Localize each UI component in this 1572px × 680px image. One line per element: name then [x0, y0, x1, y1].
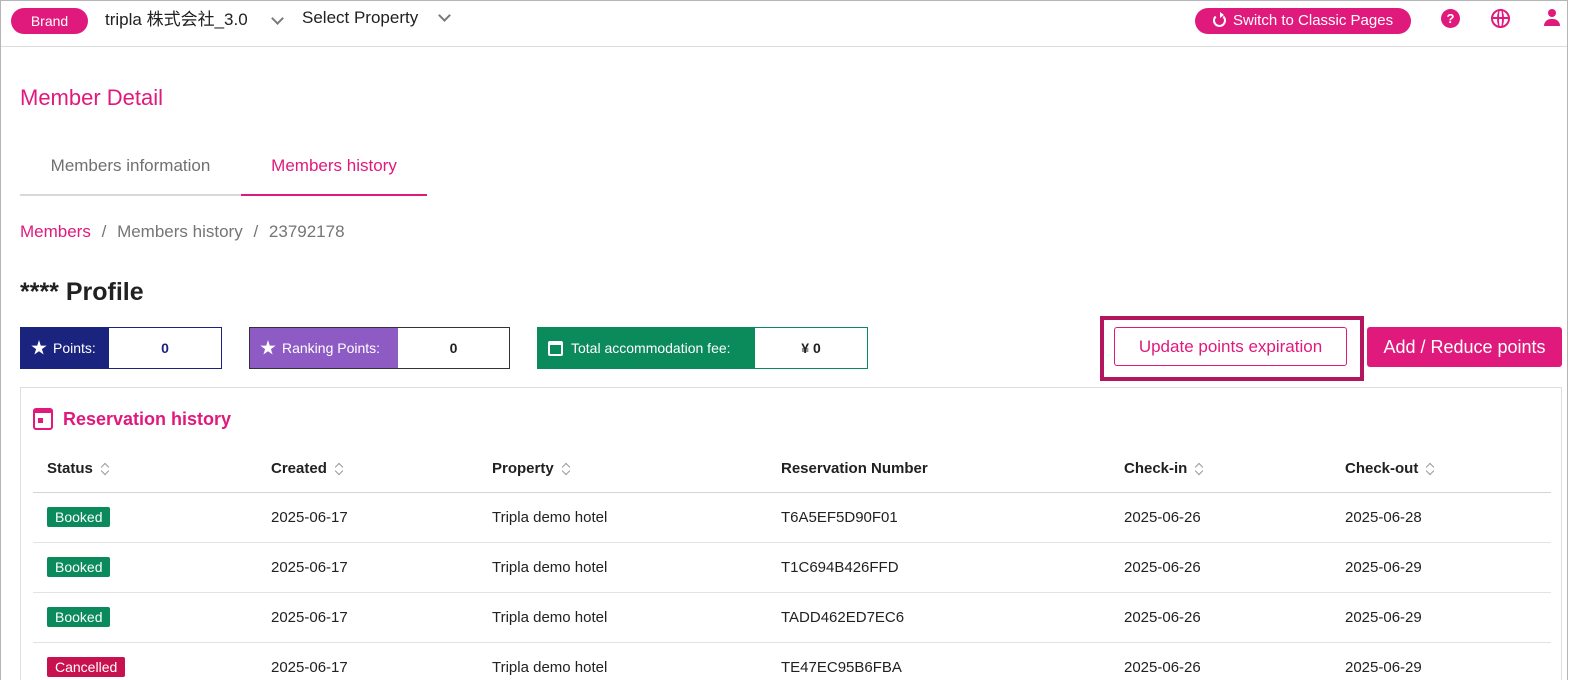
- switch-classic-label: Switch to Classic Pages: [1233, 12, 1394, 29]
- breadcrumb-separator: /: [253, 222, 259, 241]
- column-header-check-in[interactable]: Check-in: [1110, 446, 1331, 493]
- sort-icon[interactable]: [1195, 462, 1203, 476]
- table-header-row: Status Created Property Reservation Numb…: [33, 446, 1551, 493]
- column-header-created[interactable]: Created: [257, 446, 478, 493]
- created-cell: 2025-06-17: [257, 642, 478, 680]
- ranking-points-label: Ranking Points:: [282, 340, 381, 356]
- property-cell: Tripla demo hotel: [478, 492, 767, 543]
- breadcrumb-current: 23792178: [268, 222, 345, 241]
- created-cell: 2025-06-17: [257, 492, 478, 543]
- check-in-cell: 2025-06-26: [1110, 592, 1331, 643]
- check-in-cell: 2025-06-26: [1110, 642, 1331, 680]
- table-row[interactable]: Booked 2025-06-17 Tripla demo hotel T6A5…: [33, 492, 1551, 543]
- table-row[interactable]: Cancelled 2025-06-17 Tripla demo hotel T…: [33, 642, 1551, 680]
- user-icon[interactable]: [1543, 9, 1561, 27]
- reservation-history-title: Reservation history: [63, 408, 232, 429]
- company-selector[interactable]: tripla 株式会社_3.0: [105, 8, 248, 32]
- check-in-cell: 2025-06-26: [1110, 542, 1331, 593]
- accommodation-fee-stat: Total accommodation fee: ¥ 0: [537, 327, 868, 369]
- breadcrumb-separator: /: [101, 222, 107, 241]
- globe-icon[interactable]: [1491, 9, 1510, 28]
- column-label: Status: [47, 460, 93, 478]
- help-icon[interactable]: ?: [1441, 9, 1460, 28]
- column-header-check-out[interactable]: Check-out: [1331, 446, 1551, 493]
- column-header-status[interactable]: Status: [33, 446, 257, 493]
- property-selector[interactable]: Select Property: [302, 6, 418, 30]
- reservation-history-panel: Reservation history Status Created Prope…: [20, 387, 1562, 680]
- calendar-icon: [33, 408, 53, 430]
- reservation-number-cell: TE47EC95B6FBA: [767, 642, 1110, 680]
- check-in-cell: 2025-06-26: [1110, 492, 1331, 543]
- profile-title: **** Profile: [20, 278, 144, 306]
- column-label: Check-out: [1345, 460, 1419, 478]
- points-label: Points:: [53, 340, 96, 356]
- switch-classic-button[interactable]: Switch to Classic Pages: [1195, 8, 1411, 34]
- breadcrumb-members-link[interactable]: Members: [20, 222, 91, 241]
- column-header-property[interactable]: Property: [478, 446, 767, 493]
- table-row[interactable]: Booked 2025-06-17 Tripla demo hotel T1C6…: [33, 542, 1551, 593]
- property-cell: Tripla demo hotel: [478, 592, 767, 643]
- breadcrumb-members-history: Members history: [117, 222, 243, 241]
- created-cell: 2025-06-17: [257, 542, 478, 593]
- points-stat: Points: 0: [20, 327, 222, 369]
- sort-icon[interactable]: [1426, 462, 1434, 476]
- tab-members-information[interactable]: Members information: [20, 142, 241, 196]
- chevron-down-icon[interactable]: [438, 9, 451, 22]
- accommodation-fee-label: Total accommodation fee:: [571, 340, 731, 356]
- sort-icon[interactable]: [335, 462, 343, 476]
- reservation-number-cell: T1C694B426FFD: [767, 542, 1110, 593]
- property-cell: Tripla demo hotel: [478, 542, 767, 593]
- brand-button[interactable]: Brand: [11, 8, 88, 34]
- update-points-expiration-button[interactable]: Update points expiration: [1114, 327, 1347, 366]
- star-icon: [31, 340, 47, 355]
- refresh-icon: [1213, 12, 1226, 27]
- tab-bar: Members information Members history: [20, 142, 427, 196]
- check-out-cell: 2025-06-29: [1331, 642, 1551, 680]
- points-value: 0: [109, 328, 221, 368]
- ranking-points-stat: Ranking Points: 0: [249, 327, 510, 369]
- column-label: Property: [492, 460, 554, 478]
- created-cell: 2025-06-17: [257, 592, 478, 643]
- status-badge: Booked: [47, 507, 111, 527]
- check-out-cell: 2025-06-29: [1331, 592, 1551, 643]
- column-label: Created: [271, 460, 327, 478]
- table-row[interactable]: Booked 2025-06-17 Tripla demo hotel TADD…: [33, 592, 1551, 643]
- fee-label-box: Total accommodation fee:: [538, 328, 755, 368]
- reservation-history-heading: Reservation history: [33, 408, 231, 430]
- status-badge: Booked: [47, 557, 111, 577]
- ranking-points-value: 0: [398, 328, 509, 368]
- chevron-down-icon[interactable]: [271, 12, 284, 25]
- column-label: Check-in: [1124, 460, 1188, 478]
- reservation-table: Status Created Property Reservation Numb…: [33, 446, 1551, 680]
- check-out-cell: 2025-06-29: [1331, 542, 1551, 593]
- tab-members-history[interactable]: Members history: [241, 142, 427, 196]
- reservation-number-cell: T6A5EF5D90F01: [767, 492, 1110, 543]
- points-label-box: Points:: [21, 328, 109, 368]
- calendar-icon: [548, 340, 563, 356]
- add-reduce-points-button[interactable]: Add / Reduce points: [1367, 327, 1562, 367]
- breadcrumb: Members / Members history / 23792178: [20, 220, 345, 244]
- top-bar: Brand tripla 株式会社_3.0 Select Property Sw…: [1, 1, 1567, 47]
- property-cell: Tripla demo hotel: [478, 642, 767, 680]
- sort-icon[interactable]: [101, 462, 109, 476]
- accommodation-fee-value: ¥ 0: [755, 328, 867, 368]
- page-title: Member Detail: [20, 85, 164, 110]
- column-header-reservation-number: Reservation Number: [767, 446, 1110, 493]
- column-label: Reservation Number: [781, 460, 928, 478]
- sort-icon[interactable]: [562, 462, 570, 476]
- ranking-label-box: Ranking Points:: [250, 328, 398, 368]
- check-out-cell: 2025-06-28: [1331, 492, 1551, 543]
- status-badge: Cancelled: [47, 657, 126, 677]
- sparkle-star-icon: [260, 340, 276, 355]
- reservation-number-cell: TADD462ED7EC6: [767, 592, 1110, 643]
- status-badge: Booked: [47, 607, 111, 627]
